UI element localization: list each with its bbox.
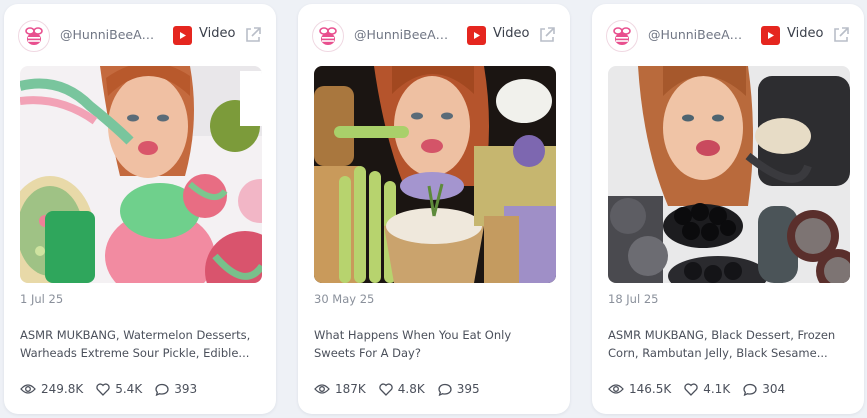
eye-icon <box>314 384 330 394</box>
likes-count: 4.1K <box>703 382 731 396</box>
post-date: 1 Jul 25 <box>20 292 64 306</box>
post-date: 30 May 25 <box>314 292 375 306</box>
views-count: 187K <box>335 382 366 396</box>
post-card[interactable]: @HunniBeeAS... Video <box>298 4 570 414</box>
comment-icon <box>743 383 757 396</box>
likes-stat: 4.1K <box>684 382 730 396</box>
eye-icon <box>608 384 624 394</box>
likes-stat: 5.4K <box>96 382 142 396</box>
channel-handle[interactable]: @HunniBeeAS... <box>354 27 452 42</box>
video-thumbnail[interactable] <box>20 66 262 283</box>
views-stat: 187K <box>314 382 366 396</box>
comments-stat: 393 <box>155 382 197 396</box>
comment-icon <box>438 383 452 396</box>
bee-logo-icon[interactable] <box>606 20 638 52</box>
views-stat: 249.8K <box>20 382 83 396</box>
card-header: @HunniBeeAS... Video <box>606 20 850 52</box>
likes-count: 4.8K <box>397 382 425 396</box>
bee-logo-icon[interactable] <box>18 20 50 52</box>
bee-logo-icon[interactable] <box>312 20 344 52</box>
heart-icon <box>379 382 393 396</box>
comments-count: 304 <box>762 382 786 396</box>
views-stat: 146.5K <box>608 382 671 396</box>
views-count: 146.5K <box>629 382 672 396</box>
comments-count: 395 <box>456 382 480 396</box>
post-card[interactable]: @HunniBeeAS... Video <box>592 4 864 414</box>
post-title[interactable]: ASMR MUKBANG, Watermelon Desserts, Warhe… <box>20 326 260 362</box>
eye-icon <box>20 384 36 394</box>
external-link-icon[interactable] <box>244 26 262 44</box>
post-date: 18 Jul 25 <box>608 292 659 306</box>
engagement-stats: 146.5K 4.1K 304 <box>608 380 798 398</box>
likes-count: 5.4K <box>115 382 143 396</box>
likes-stat: 4.8K <box>379 382 425 396</box>
platform-label: Video <box>787 26 824 41</box>
engagement-stats: 249.8K 5.4K 393 <box>20 380 210 398</box>
platform-label: Video <box>199 26 236 41</box>
comment-icon <box>155 383 169 396</box>
views-count: 249.8K <box>41 382 84 396</box>
video-thumbnail[interactable] <box>608 66 850 283</box>
youtube-icon <box>467 26 486 45</box>
youtube-icon <box>173 26 192 45</box>
engagement-stats: 187K 4.8K 395 <box>314 380 493 398</box>
external-link-icon[interactable] <box>832 26 850 44</box>
post-title[interactable]: What Happens When You Eat Only Sweets Fo… <box>314 326 554 362</box>
comments-stat: 304 <box>743 382 785 396</box>
comments-count: 393 <box>174 382 198 396</box>
heart-icon <box>684 382 698 396</box>
post-card[interactable]: @HunniBeeAS... Video <box>4 4 276 414</box>
platform-label: Video <box>493 26 530 41</box>
card-header: @HunniBeeAS... Video <box>18 20 262 52</box>
video-thumbnail[interactable] <box>314 66 556 283</box>
post-title[interactable]: ASMR MUKBANG, Black Dessert, Frozen Corn… <box>608 326 848 362</box>
external-link-icon[interactable] <box>538 26 556 44</box>
comments-stat: 395 <box>438 382 480 396</box>
youtube-icon <box>761 26 780 45</box>
heart-icon <box>96 382 110 396</box>
channel-handle[interactable]: @HunniBeeAS... <box>648 27 746 42</box>
card-header: @HunniBeeAS... Video <box>312 20 556 52</box>
channel-handle[interactable]: @HunniBeeAS... <box>60 27 158 42</box>
